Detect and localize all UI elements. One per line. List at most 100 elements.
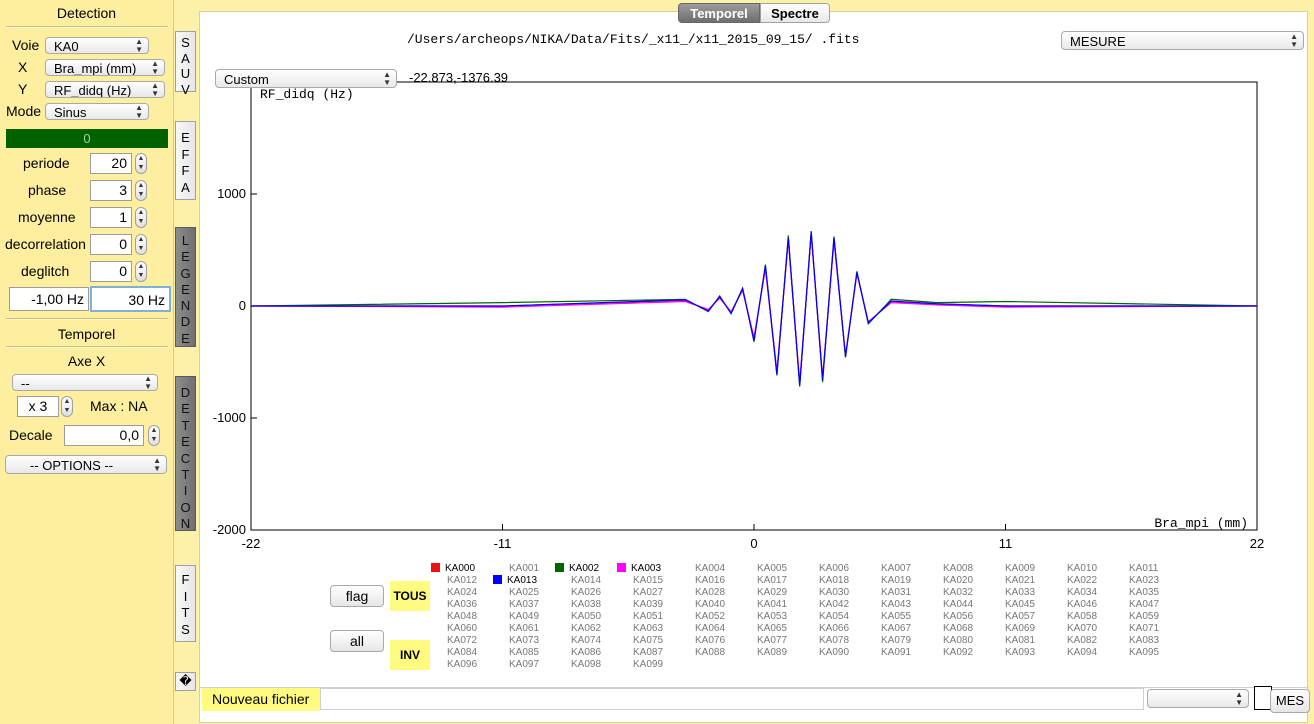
- all-button[interactable]: all: [330, 630, 384, 652]
- legend-item-ka022[interactable]: KA022: [1067, 575, 1097, 586]
- mesure-select[interactable]: MESURE ▲ ▼: [1061, 31, 1304, 50]
- moyenne-stepper[interactable]: ▲ ▼: [135, 207, 147, 228]
- legend-item-ka003[interactable]: KA003: [617, 563, 661, 574]
- legend-item-ka048[interactable]: KA048: [447, 611, 477, 622]
- legend-item-ka027[interactable]: KA027: [633, 587, 663, 598]
- decorrelation-field[interactable]: 0: [90, 234, 132, 255]
- legend-item-ka030[interactable]: KA030: [819, 587, 849, 598]
- nouveau-fichier-input[interactable]: [320, 688, 1144, 710]
- legend-item-ka054[interactable]: KA054: [819, 611, 849, 622]
- legend-item-ka093[interactable]: KA093: [1005, 647, 1035, 658]
- legend-item-ka001[interactable]: KA001: [509, 563, 539, 574]
- legend-item-ka009[interactable]: KA009: [1005, 563, 1035, 574]
- legend-item-ka024[interactable]: KA024: [447, 587, 477, 598]
- legend-item-ka092[interactable]: KA092: [943, 647, 973, 658]
- freq-high-field[interactable]: 30 Hz: [90, 286, 171, 312]
- legend-item-ka050[interactable]: KA050: [571, 611, 601, 622]
- tab-temporel[interactable]: Temporel: [678, 3, 760, 23]
- decorrelation-stepper[interactable]: ▲ ▼: [135, 234, 147, 255]
- legend-item-ka018[interactable]: KA018: [819, 575, 849, 586]
- multiplier-field[interactable]: x 3: [17, 396, 59, 417]
- options-select[interactable]: -- OPTIONS -- ▲ ▼: [5, 455, 167, 474]
- legend-item-ka025[interactable]: KA025: [509, 587, 539, 598]
- legend-item-ka037[interactable]: KA037: [509, 599, 539, 610]
- legend-item-ka015[interactable]: KA015: [633, 575, 663, 586]
- legend-item-ka017[interactable]: KA017: [757, 575, 787, 586]
- legend-item-ka045[interactable]: KA045: [1005, 599, 1035, 610]
- legend-item-ka072[interactable]: KA072: [447, 635, 477, 646]
- legend-item-ka077[interactable]: KA077: [757, 635, 787, 646]
- sauv-button[interactable]: S A U V: [175, 31, 196, 97]
- legend-item-ka036[interactable]: KA036: [447, 599, 477, 610]
- legend-item-ka000[interactable]: KA000: [431, 563, 475, 574]
- legend-item-ka047[interactable]: KA047: [1129, 599, 1159, 610]
- unknown-glyph-button[interactable]: �: [175, 672, 196, 691]
- legend-item-ka016[interactable]: KA016: [695, 575, 725, 586]
- legend-item-ka052[interactable]: KA052: [695, 611, 725, 622]
- legend-item-ka079[interactable]: KA079: [881, 635, 911, 646]
- legend-item-ka035[interactable]: KA035: [1129, 587, 1159, 598]
- deglitch-stepper[interactable]: ▲ ▼: [135, 261, 147, 282]
- legend-item-ka097[interactable]: KA097: [509, 659, 539, 670]
- legend-item-ka056[interactable]: KA056: [943, 611, 973, 622]
- legend-item-ka006[interactable]: KA006: [819, 563, 849, 574]
- mode-select[interactable]: Sinus ▲ ▼: [45, 103, 149, 120]
- legend-item-ka014[interactable]: KA014: [571, 575, 601, 586]
- periode-field[interactable]: 20: [90, 153, 132, 174]
- legend-item-ka095[interactable]: KA095: [1129, 647, 1159, 658]
- legend-item-ka089[interactable]: KA089: [757, 647, 787, 658]
- chart[interactable]: 1000 0 -1000 -2000 -22 -11 0 11 22 RF_didq (Hz)…: [200, 60, 1306, 556]
- legend-item-ka078[interactable]: KA078: [819, 635, 849, 646]
- legend-item-ka053[interactable]: KA053: [757, 611, 787, 622]
- legend-item-ka076[interactable]: KA076: [695, 635, 725, 646]
- legend-item-ka086[interactable]: KA086: [571, 647, 601, 658]
- voie-select[interactable]: KA0 ▲ ▼: [45, 37, 149, 54]
- legend-item-ka057[interactable]: KA057: [1005, 611, 1035, 622]
- legend-item-ka061[interactable]: KA061: [509, 623, 539, 634]
- legend-item-ka058[interactable]: KA058: [1067, 611, 1097, 622]
- legend-item-ka021[interactable]: KA021: [1005, 575, 1035, 586]
- legend-item-ka039[interactable]: KA039: [633, 599, 663, 610]
- decale-field[interactable]: 0,0: [64, 425, 144, 446]
- legend-item-ka008[interactable]: KA008: [943, 563, 973, 574]
- legend-item-ka041[interactable]: KA041: [757, 599, 787, 610]
- legend-item-ka032[interactable]: KA032: [943, 587, 973, 598]
- mes-button[interactable]: MES: [1270, 689, 1310, 713]
- legend-item-ka040[interactable]: KA040: [695, 599, 725, 610]
- legend-item-ka060[interactable]: KA060: [447, 623, 477, 634]
- legend-item-ka070[interactable]: KA070: [1067, 623, 1097, 634]
- phase-stepper[interactable]: ▲ ▼: [135, 180, 147, 201]
- legend-item-ka082[interactable]: KA082: [1067, 635, 1097, 646]
- axe-x-select[interactable]: -- ▲ ▼: [12, 374, 158, 391]
- moyenne-field[interactable]: 1: [90, 207, 132, 228]
- legend-item-ka049[interactable]: KA049: [509, 611, 539, 622]
- legend-item-ka029[interactable]: KA029: [757, 587, 787, 598]
- custom-select[interactable]: Custom ▲ ▼: [215, 69, 397, 88]
- legend-item-ka033[interactable]: KA033: [1005, 587, 1035, 598]
- legende-button[interactable]: L E G E N D E: [175, 227, 196, 347]
- legend-item-ka074[interactable]: KA074: [571, 635, 601, 646]
- legend-item-ka020[interactable]: KA020: [943, 575, 973, 586]
- periode-stepper[interactable]: ▲ ▼: [135, 153, 147, 174]
- legend-item-ka059[interactable]: KA059: [1129, 611, 1159, 622]
- legend-item-ka087[interactable]: KA087: [633, 647, 663, 658]
- legend-item-ka038[interactable]: KA038: [571, 599, 601, 610]
- phase-field[interactable]: 3: [90, 180, 132, 201]
- decale-stepper[interactable]: ▲ ▼: [148, 425, 160, 446]
- freq-low-field[interactable]: -1,00 Hz: [9, 287, 89, 311]
- inv-badge[interactable]: INV: [390, 640, 430, 670]
- legend-item-ka046[interactable]: KA046: [1067, 599, 1097, 610]
- legend-item-ka081[interactable]: KA081: [1005, 635, 1035, 646]
- legend-item-ka002[interactable]: KA002: [555, 563, 599, 574]
- legend-item-ka013[interactable]: KA013: [493, 575, 537, 586]
- legend-item-ka066[interactable]: KA066: [819, 623, 849, 634]
- legend-item-ka096[interactable]: KA096: [447, 659, 477, 670]
- fits-button[interactable]: F I T S: [175, 565, 196, 642]
- legend-item-ka044[interactable]: KA044: [943, 599, 973, 610]
- legend-item-ka083[interactable]: KA083: [1129, 635, 1159, 646]
- legend-item-ka019[interactable]: KA019: [881, 575, 911, 586]
- legend-item-ka085[interactable]: KA085: [509, 647, 539, 658]
- legend-item-ka031[interactable]: KA031: [881, 587, 911, 598]
- legend-item-ka069[interactable]: KA069: [1005, 623, 1035, 634]
- tab-spectre[interactable]: Spectre: [760, 3, 830, 23]
